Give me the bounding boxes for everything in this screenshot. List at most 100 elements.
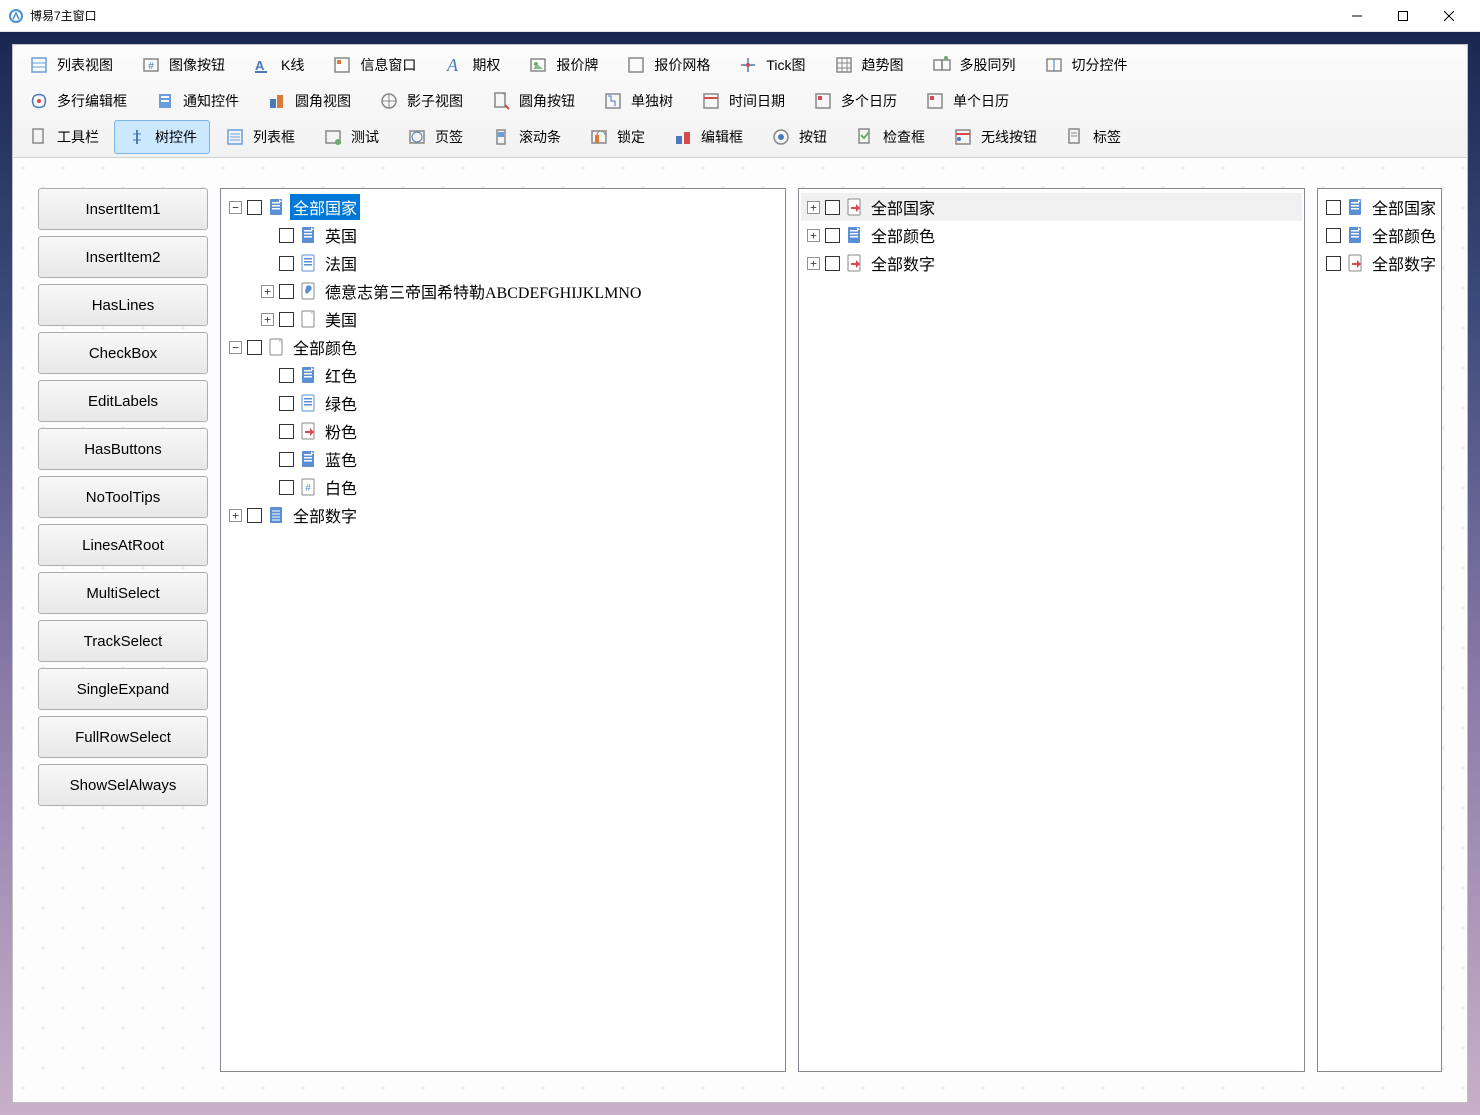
tree-checkbox[interactable] xyxy=(279,452,294,467)
expand-icon[interactable]: + xyxy=(807,257,820,270)
toolbar-报价牌[interactable]: 报价牌 xyxy=(515,48,611,82)
tree-node[interactable]: + 全部数字 xyxy=(223,501,783,529)
toolbar-检查框[interactable]: 检查框 xyxy=(842,120,938,154)
tree-checkbox[interactable] xyxy=(1326,228,1341,243)
toolbar-时间日期[interactable]: 时间日期 xyxy=(688,84,798,118)
toolbar-按钮[interactable]: 按钮 xyxy=(758,120,840,154)
toolbar-工具栏[interactable]: 工具栏 xyxy=(16,120,112,154)
toolbar-多股同列[interactable]: 多股同列 xyxy=(919,48,1029,82)
tree-checkbox[interactable] xyxy=(279,284,294,299)
node-label[interactable]: 全部数字 xyxy=(1369,250,1439,276)
toolbar-图像按钮[interactable]: #图像按钮 xyxy=(128,48,238,82)
node-label[interactable]: 美国 xyxy=(322,306,360,332)
toolbar-多行编辑框[interactable]: 多行编辑框 xyxy=(16,84,140,118)
tree-checkbox[interactable] xyxy=(825,200,840,215)
toolbar-报价网格[interactable]: 报价网格 xyxy=(613,48,723,82)
toolbar-列表视图[interactable]: 列表视图 xyxy=(16,48,126,82)
tree-node[interactable]: 法国 xyxy=(223,249,783,277)
tree-checkbox[interactable] xyxy=(279,312,294,327)
side-btn-CheckBox[interactable]: CheckBox xyxy=(38,332,208,374)
toolbar-锁定[interactable]: 锁定 xyxy=(576,120,658,154)
toolbar-标签[interactable]: 标签 xyxy=(1052,120,1134,154)
tree-node[interactable]: +全部颜色 xyxy=(801,221,1302,249)
toolbar-单个日历[interactable]: 单个日历 xyxy=(912,84,1022,118)
tree-checkbox[interactable] xyxy=(279,396,294,411)
tree-checkbox[interactable] xyxy=(1326,256,1341,271)
side-btn-InsertItem1[interactable]: InsertItem1 xyxy=(38,188,208,230)
tree-node[interactable]: + 全部数字 xyxy=(801,249,1302,277)
node-label[interactable]: 全部数字 xyxy=(290,502,360,528)
close-button[interactable] xyxy=(1426,0,1472,32)
node-label[interactable]: 全部国家 xyxy=(1369,194,1439,220)
side-btn-SingleExpand[interactable]: SingleExpand xyxy=(38,668,208,710)
tree-checkbox[interactable] xyxy=(279,368,294,383)
tree-node[interactable]: + 美国 xyxy=(223,305,783,333)
side-btn-TrackSelect[interactable]: TrackSelect xyxy=(38,620,208,662)
tree-checkbox[interactable] xyxy=(247,200,262,215)
toolbar-多个日历[interactable]: 多个日历 xyxy=(800,84,910,118)
minimize-button[interactable] xyxy=(1334,0,1380,32)
tree-node[interactable]: − 全部国家 xyxy=(223,193,783,221)
side-btn-FullRowSelect[interactable]: FullRowSelect xyxy=(38,716,208,758)
tree-checkbox[interactable] xyxy=(279,424,294,439)
side-btn-InsertItem2[interactable]: InsertItem2 xyxy=(38,236,208,278)
maximize-button[interactable] xyxy=(1380,0,1426,32)
side-btn-ShowSelAlways[interactable]: ShowSelAlways xyxy=(38,764,208,806)
tree-checkbox[interactable] xyxy=(1326,200,1341,215)
collapse-icon[interactable]: − xyxy=(229,201,242,214)
tree-node[interactable]: #白色 xyxy=(223,473,783,501)
toolbar-编辑框[interactable]: 编辑框 xyxy=(660,120,756,154)
tree-node[interactable]: 蓝色 xyxy=(223,445,783,473)
side-btn-HasButtons[interactable]: HasButtons xyxy=(38,428,208,470)
expand-icon[interactable]: + xyxy=(807,201,820,214)
toolbar-圆角视图[interactable]: 圆角视图 xyxy=(254,84,364,118)
tree-checkbox[interactable] xyxy=(279,228,294,243)
tree-checkbox[interactable] xyxy=(825,256,840,271)
expand-icon[interactable]: + xyxy=(261,313,274,326)
toolbar-列表框[interactable]: 列表框 xyxy=(212,120,308,154)
node-label[interactable]: 全部国家 xyxy=(868,194,938,220)
node-label[interactable]: 白色 xyxy=(322,474,360,500)
tree-node[interactable]: −全部颜色 xyxy=(223,333,783,361)
tree-checkbox[interactable] xyxy=(279,256,294,271)
tree-node[interactable]: 全部数字 xyxy=(1320,249,1439,277)
toolbar-期权[interactable]: A期权 xyxy=(431,48,513,82)
side-btn-HasLines[interactable]: HasLines xyxy=(38,284,208,326)
tree-checkbox[interactable] xyxy=(247,340,262,355)
toolbar-单独树[interactable]: 单独树 xyxy=(590,84,686,118)
node-label[interactable]: 全部数字 xyxy=(868,250,938,276)
toolbar-无线按钮[interactable]: 无线按钮 xyxy=(940,120,1050,154)
expand-icon[interactable]: + xyxy=(261,285,274,298)
tree-checkbox[interactable] xyxy=(247,508,262,523)
node-label[interactable]: 德意志第三帝国希特勒ABCDEFGHIJKLMNO xyxy=(322,278,644,304)
toolbar-切分控件[interactable]: 切分控件 xyxy=(1031,48,1141,82)
tree-node[interactable]: 英国 xyxy=(223,221,783,249)
side-btn-LinesAtRoot[interactable]: LinesAtRoot xyxy=(38,524,208,566)
toolbar-圆角按钮[interactable]: 圆角按钮 xyxy=(478,84,588,118)
toolbar-信息窗口[interactable]: 信息窗口 xyxy=(319,48,429,82)
node-label[interactable]: 粉色 xyxy=(322,418,360,444)
tree-node[interactable]: + 德意志第三帝国希特勒ABCDEFGHIJKLMNO xyxy=(223,277,783,305)
toolbar-页签[interactable]: 页签 xyxy=(394,120,476,154)
toolbar-Tick图[interactable]: Tick图 xyxy=(725,48,818,82)
collapse-icon[interactable]: − xyxy=(229,341,242,354)
tree-node[interactable]: 绿色 xyxy=(223,389,783,417)
tree-node[interactable]: 全部国家 xyxy=(1320,193,1439,221)
node-label[interactable]: 全部国家 xyxy=(290,194,360,220)
tree-panel-1[interactable]: −全部国家英国法国+德意志第三帝国希特勒ABCDEFGHIJKLMNO+美国−全… xyxy=(220,188,786,1072)
side-btn-EditLabels[interactable]: EditLabels xyxy=(38,380,208,422)
tree-panel-2[interactable]: + 全部国家+全部颜色 + 全部数字 xyxy=(798,188,1305,1072)
node-label[interactable]: 绿色 xyxy=(322,390,360,416)
tree-panel-3[interactable]: 全部国家全部颜色全部数字 xyxy=(1317,188,1442,1072)
tree-node[interactable]: 全部颜色 xyxy=(1320,221,1439,249)
tree-node[interactable]: 粉色 xyxy=(223,417,783,445)
toolbar-影子视图[interactable]: 影子视图 xyxy=(366,84,476,118)
expand-icon[interactable]: + xyxy=(229,509,242,522)
node-label[interactable]: 英国 xyxy=(322,222,360,248)
toolbar-K线[interactable]: AK线 xyxy=(240,48,317,82)
tree-checkbox[interactable] xyxy=(825,228,840,243)
tree-node[interactable]: 红色 xyxy=(223,361,783,389)
node-label[interactable]: 蓝色 xyxy=(322,446,360,472)
node-label[interactable]: 法国 xyxy=(322,250,360,276)
node-label[interactable]: 全部颜色 xyxy=(1369,222,1439,248)
